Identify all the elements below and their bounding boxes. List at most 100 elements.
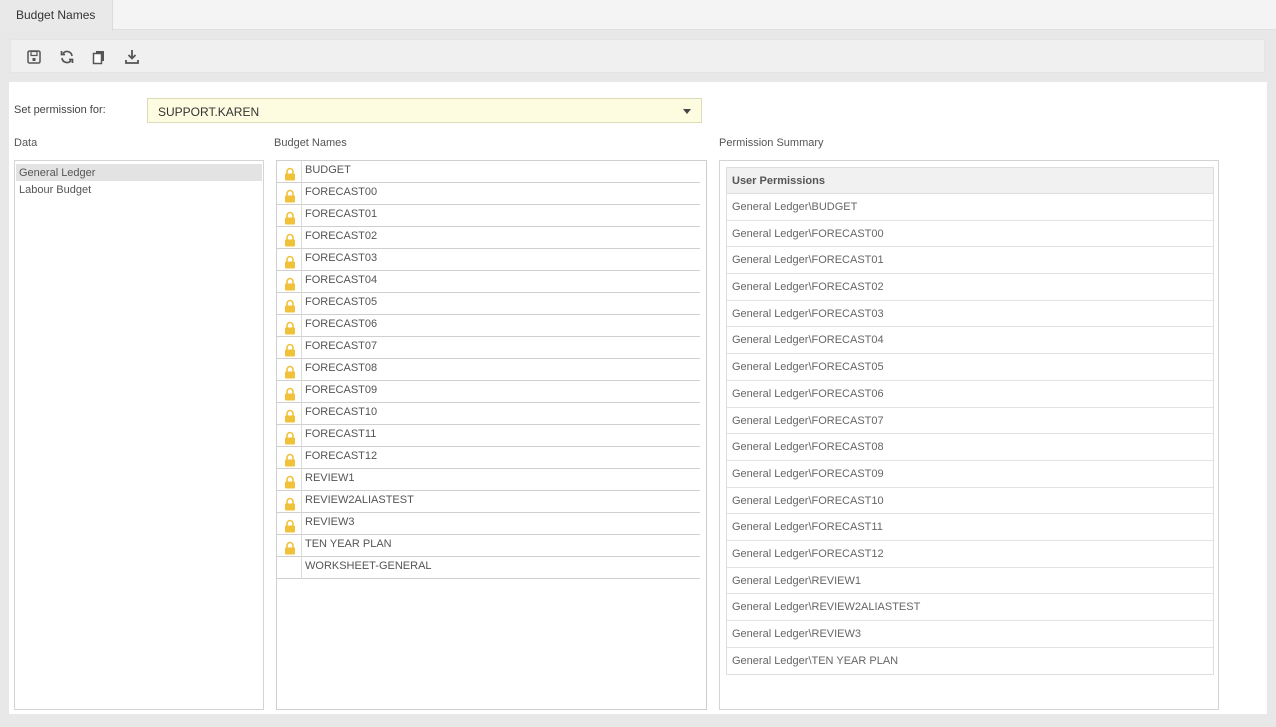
budget-name-label: FORECAST10: [305, 406, 378, 418]
budget-name-label: REVIEW2ALIASTEST: [305, 494, 414, 506]
lock-toggle[interactable]: [277, 293, 302, 315]
lock-icon: [285, 409, 295, 423]
lock-toggle[interactable]: [277, 469, 302, 491]
budget-row[interactable]: FORECAST04: [277, 271, 700, 293]
budget-name-label: FORECAST11: [305, 428, 377, 440]
copy-icon: [92, 51, 104, 65]
permission-user-value: SUPPORT.KAREN: [158, 105, 260, 119]
lock-icon: [285, 541, 295, 555]
summary-row: General Ledger\FORECAST10: [727, 488, 1213, 515]
lock-toggle[interactable]: [277, 403, 302, 425]
summary-table-header: User Permissions: [727, 168, 1213, 194]
summary-row: General Ledger\FORECAST06: [727, 381, 1213, 408]
budget-name-label: REVIEW1: [305, 472, 355, 484]
lock-toggle[interactable]: [277, 513, 302, 535]
budget-name-label: BUDGET: [305, 164, 351, 176]
lock-toggle[interactable]: [277, 205, 302, 227]
lock-toggle[interactable]: [277, 271, 302, 293]
lock-toggle[interactable]: [277, 447, 302, 469]
refresh-icon: [60, 50, 74, 64]
lock-icon: [285, 189, 295, 203]
lock-icon: [285, 167, 295, 181]
lock-toggle[interactable]: [277, 183, 302, 205]
summary-row: General Ledger\FORECAST11: [727, 514, 1213, 541]
budget-row[interactable]: FORECAST02: [277, 227, 700, 249]
summary-row: General Ledger\REVIEW1: [727, 568, 1213, 595]
budget-row[interactable]: FORECAST12: [277, 447, 700, 469]
budget-name-label: FORECAST07: [305, 340, 378, 352]
lock-toggle[interactable]: [277, 557, 302, 579]
budget-name-label: FORECAST09: [305, 384, 378, 396]
budget-row[interactable]: BUDGET: [277, 161, 700, 183]
budget-row[interactable]: FORECAST03: [277, 249, 700, 271]
lock-icon: [285, 497, 295, 511]
budget-row[interactable]: FORECAST00: [277, 183, 700, 205]
budget-name-label: FORECAST06: [305, 318, 378, 330]
budget-row[interactable]: WORKSHEET-GENERAL: [277, 557, 700, 579]
lock-toggle[interactable]: [277, 161, 302, 183]
budget-names-list: BUDGET FORECAST00 FORECAST01 FORECAST02 FORE…: [276, 160, 707, 710]
save-icon: [27, 50, 41, 64]
summary-row: General Ledger\FORECAST12: [727, 541, 1213, 568]
lock-toggle[interactable]: [277, 315, 302, 337]
budget-row[interactable]: FORECAST07: [277, 337, 700, 359]
permission-summary-panel: User Permissions General Ledger\BUDGET Ge…: [719, 160, 1219, 710]
budget-name-label: FORECAST02: [305, 230, 378, 242]
lock-toggle[interactable]: [277, 535, 302, 557]
toolbar: [10, 39, 1265, 73]
summary-row: General Ledger\TEN YEAR PLAN: [732, 654, 899, 667]
main-panel: Set permission for: SUPPORT.KAREN Data B…: [9, 82, 1267, 714]
budget-name-label: TEN YEAR PLAN: [305, 538, 392, 550]
copy-button[interactable]: [90, 48, 108, 66]
budget-row[interactable]: FORECAST06: [277, 315, 700, 337]
summary-row: General Ledger\BUDGET: [727, 194, 1213, 221]
budget-name-label: WORKSHEET-GENERAL: [305, 560, 432, 572]
lock-icon: [285, 211, 295, 225]
summary-section-label: Permission Summary: [719, 137, 824, 149]
budget-row[interactable]: FORECAST05: [277, 293, 700, 315]
data-list: General Ledger Labour Budget: [14, 160, 264, 710]
lock-icon: [285, 475, 295, 489]
summary-row: General Ledger\FORECAST05: [727, 354, 1213, 381]
permission-user-select[interactable]: SUPPORT.KAREN: [147, 98, 702, 123]
summary-row: General Ledger\FORECAST00: [727, 221, 1213, 248]
lock-icon: [285, 255, 295, 269]
save-button[interactable]: [25, 48, 43, 66]
download-icon: [125, 50, 139, 64]
data-item-labour-budget[interactable]: Labour Budget: [16, 181, 262, 198]
lock-icon: [285, 519, 295, 533]
budget-row[interactable]: FORECAST11: [277, 425, 700, 447]
data-item-general-ledger[interactable]: General Ledger: [16, 164, 262, 181]
budget-row[interactable]: FORECAST01: [277, 205, 700, 227]
budget-row[interactable]: TEN YEAR PLAN: [277, 535, 700, 557]
lock-toggle[interactable]: [277, 249, 302, 271]
lock-icon: [285, 233, 295, 247]
download-button[interactable]: [123, 48, 141, 66]
lock-icon: [285, 431, 295, 445]
tab-bar: Budget Names: [0, 0, 1276, 31]
refresh-button[interactable]: [58, 48, 76, 66]
lock-toggle[interactable]: [277, 337, 302, 359]
lock-toggle[interactable]: [277, 359, 302, 381]
lock-toggle[interactable]: [277, 425, 302, 447]
budget-name-label: FORECAST04: [305, 274, 378, 286]
budget-row[interactable]: REVIEW1: [277, 469, 700, 491]
budget-name-label: REVIEW3: [305, 516, 355, 528]
summary-row: General Ledger\FORECAST01: [727, 247, 1213, 275]
tab-budget-names[interactable]: Budget Names: [0, 0, 113, 31]
budget-row[interactable]: FORECAST09: [277, 381, 700, 403]
lock-toggle[interactable]: [277, 227, 302, 249]
lock-toggle[interactable]: [277, 491, 302, 513]
budget-row[interactable]: FORECAST10: [277, 403, 700, 425]
budget-name-label: FORECAST00: [305, 186, 378, 198]
budget-row[interactable]: REVIEW2ALIASTEST: [277, 491, 700, 513]
summary-row: General Ledger\FORECAST02: [727, 274, 1213, 301]
permission-summary-table: User Permissions General Ledger\BUDGET Ge…: [726, 167, 1214, 676]
lock-toggle[interactable]: [277, 381, 302, 403]
budget-row[interactable]: FORECAST08: [277, 359, 700, 381]
summary-row: General Ledger\REVIEW3: [727, 621, 1213, 648]
permission-label: Set permission for:: [14, 104, 106, 116]
summary-row: General Ledger\FORECAST09: [727, 461, 1213, 488]
lock-icon: [285, 453, 295, 467]
budget-row[interactable]: REVIEW3: [277, 513, 700, 535]
